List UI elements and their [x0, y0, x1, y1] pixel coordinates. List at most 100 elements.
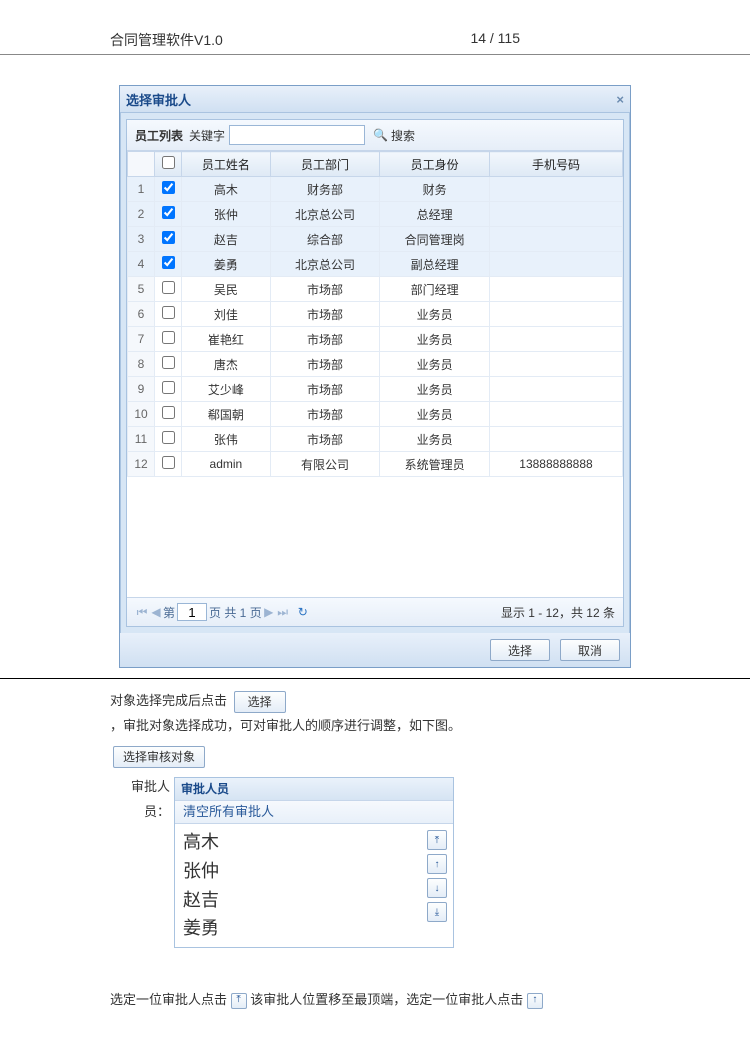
- approver-panel-title: 审批人员: [175, 778, 453, 800]
- table-row[interactable]: 4姜勇北京总公司副总经理: [128, 252, 623, 277]
- table-row[interactable]: 7崔艳红市场部业务员: [128, 327, 623, 352]
- col-check: [155, 152, 182, 177]
- cell-name: 张仲: [182, 202, 271, 227]
- cell-name: admin: [182, 452, 271, 477]
- cancel-button[interactable]: 取消: [560, 639, 620, 661]
- row-checkbox[interactable]: [162, 381, 175, 394]
- cell-phone: [490, 427, 623, 452]
- t4a: 选定一位审批人点击: [110, 992, 227, 1007]
- table-row[interactable]: 11张伟市场部业务员: [128, 427, 623, 452]
- approver-panel: 审批人员 清空所有审批人 高木张仲赵吉姜勇 ⤒ ↑ ↓ ⤓: [174, 777, 454, 948]
- approver-item[interactable]: 张仲: [183, 857, 419, 886]
- cell-name: 崔艳红: [182, 327, 271, 352]
- col-dept: 员工部门: [270, 152, 380, 177]
- approver-item[interactable]: 姜勇: [183, 914, 419, 943]
- cell-role: 总经理: [380, 202, 490, 227]
- row-num: 2: [128, 202, 155, 227]
- cell-dept: 有限公司: [270, 452, 380, 477]
- table-row[interactable]: 9艾少峰市场部业务员: [128, 377, 623, 402]
- table-row[interactable]: 3赵吉综合部合同管理岗: [128, 227, 623, 252]
- table-row[interactable]: 10郗国朝市场部业务员: [128, 402, 623, 427]
- col-role: 员工身份: [380, 152, 490, 177]
- cell-dept: 北京总公司: [270, 202, 380, 227]
- row-checkbox[interactable]: [162, 306, 175, 319]
- move-top-inline-icon[interactable]: ⤒: [231, 993, 247, 1009]
- select-button[interactable]: 选择: [490, 639, 550, 661]
- table-row[interactable]: 1高木财务部财务: [128, 177, 623, 202]
- cell-name: 郗国朝: [182, 402, 271, 427]
- row-checkbox[interactable]: [162, 356, 175, 369]
- cell-phone: [490, 302, 623, 327]
- keyword-input[interactable]: [229, 125, 365, 145]
- refresh-icon[interactable]: ↻: [298, 605, 308, 619]
- row-checkbox[interactable]: [162, 456, 175, 469]
- pager-info: 显示 1 - 12，共 12 条: [501, 604, 615, 621]
- inline-select-button[interactable]: 选择: [234, 691, 286, 713]
- row-num: 4: [128, 252, 155, 277]
- cell-dept: 财务部: [270, 177, 380, 202]
- table-row[interactable]: 2 张仲北京总公司总经理: [128, 202, 623, 227]
- employee-table: 员工姓名 员工部门 员工身份 手机号码 1高木财务部财务2张仲北京总公司总经理3…: [127, 151, 623, 477]
- doc-header: 合同管理软件V1.0 14 / 115: [0, 30, 750, 55]
- pager-pre: 第: [163, 604, 175, 621]
- cell-dept: 市场部: [270, 427, 380, 452]
- row-checkbox[interactable]: [162, 256, 175, 269]
- cell-name: 张伟: [182, 427, 271, 452]
- cell-role: 业务员: [380, 352, 490, 377]
- table-row[interactable]: 6刘佳市场部业务员: [128, 302, 623, 327]
- check-all[interactable]: [162, 156, 175, 169]
- move-bottom-icon[interactable]: ⤓: [427, 902, 447, 922]
- cell-name: 赵吉: [182, 227, 271, 252]
- cell-dept: 市场部: [270, 377, 380, 402]
- cell-phone: [490, 177, 623, 202]
- move-down-icon[interactable]: ↓: [427, 878, 447, 898]
- dialog-titlebar: 选择审批人 ×: [120, 86, 630, 113]
- approver-list: 高木张仲赵吉姜勇: [175, 824, 427, 947]
- cell-dept: 北京总公司: [270, 252, 380, 277]
- row-num: 10: [128, 402, 155, 427]
- prev-page-icon[interactable]: ◀: [149, 605, 163, 619]
- list-label: 员工列表: [135, 127, 183, 144]
- cell-role: 业务员: [380, 377, 490, 402]
- move-up-icon[interactable]: ↑: [427, 854, 447, 874]
- clear-all-approvers[interactable]: 清空所有审批人: [175, 800, 453, 824]
- move-up-inline-icon[interactable]: ↑: [527, 993, 543, 1009]
- row-checkbox[interactable]: [162, 231, 175, 244]
- cell-role: 部门经理: [380, 277, 490, 302]
- table-row[interactable]: 8唐杰市场部业务员: [128, 352, 623, 377]
- last-page-icon[interactable]: ⏭: [276, 605, 290, 620]
- page-input[interactable]: [177, 603, 207, 621]
- cell-role: 业务员: [380, 302, 490, 327]
- move-top-icon[interactable]: ⤒: [427, 830, 447, 850]
- row-checkbox[interactable]: [162, 431, 175, 444]
- search-button[interactable]: 搜索: [391, 127, 415, 144]
- row-num: 1: [128, 177, 155, 202]
- row-checkbox[interactable]: [162, 206, 175, 219]
- row-num: 11: [128, 427, 155, 452]
- approver-item[interactable]: 高木: [183, 828, 419, 857]
- table-row[interactable]: 12admin有限公司系统管理员13888888888: [128, 452, 623, 477]
- approver-label: 审批人员：: [110, 771, 170, 824]
- t1a: 对象选择完成后点击: [110, 693, 227, 708]
- row-checkbox[interactable]: [162, 181, 175, 194]
- row-checkbox[interactable]: [162, 406, 175, 419]
- cell-role: 业务员: [380, 327, 490, 352]
- cell-role: 副总经理: [380, 252, 490, 277]
- first-page-icon[interactable]: ⏮: [135, 605, 149, 620]
- row-num: 7: [128, 327, 155, 352]
- select-approver-dialog: 选择审批人 × 员工列表 关键字 🔍 搜索 员工姓名 员工部门 员工身份 手机号…: [119, 85, 631, 668]
- cell-role: 财务: [380, 177, 490, 202]
- cell-name: 唐杰: [182, 352, 271, 377]
- row-num: 5: [128, 277, 155, 302]
- next-page-icon[interactable]: ▶: [262, 605, 276, 619]
- doc-title: 合同管理软件V1.0: [110, 30, 470, 50]
- approver-item[interactable]: 赵吉: [183, 886, 419, 915]
- close-icon[interactable]: ×: [616, 92, 624, 107]
- table-row[interactable]: 5吴民市场部部门经理: [128, 277, 623, 302]
- cell-role: 系统管理员: [380, 452, 490, 477]
- select-audit-object-button[interactable]: 选择审核对象: [113, 746, 205, 768]
- cell-dept: 市场部: [270, 402, 380, 427]
- row-checkbox[interactable]: [162, 331, 175, 344]
- row-checkbox[interactable]: [162, 281, 175, 294]
- cell-dept: 市场部: [270, 352, 380, 377]
